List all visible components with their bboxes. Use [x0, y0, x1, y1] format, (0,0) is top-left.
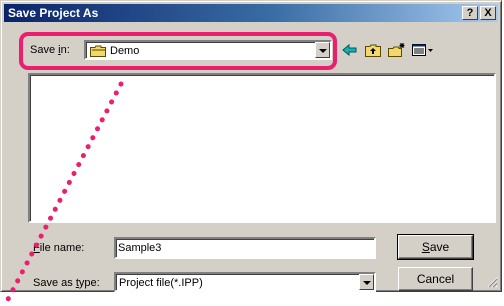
file-name-label: File name: [33, 242, 85, 254]
help-button[interactable]: ? [462, 6, 478, 20]
save-as-type-dropdown[interactable]: Project file(*.IPP) [114, 272, 376, 292]
up-one-level-icon [365, 44, 381, 57]
save-in-highlight [19, 32, 337, 70]
window-title: Save Project As [8, 6, 99, 20]
file-name-field[interactable] [114, 237, 376, 259]
resize-grip-icon[interactable] [486, 276, 498, 288]
view-menu-button[interactable] [409, 40, 435, 60]
view-menu-icon [412, 44, 433, 56]
create-new-folder-button[interactable] [385, 40, 407, 60]
save-as-type-dropdown-arrow[interactable] [359, 274, 374, 290]
up-one-level-button[interactable] [362, 40, 384, 60]
close-button[interactable]: X [480, 6, 496, 20]
title-bar[interactable]: Save Project As [4, 4, 498, 22]
save-project-as-dialog: Save Project As ? X Save in: Demo File n… [0, 0, 502, 292]
save-as-type-label: Save as type: [33, 277, 100, 289]
file-list-pane[interactable] [28, 73, 496, 223]
file-name-input[interactable] [118, 241, 372, 255]
cancel-button[interactable]: Cancel [398, 267, 473, 291]
save-as-type-value: Project file(*.IPP) [119, 277, 203, 289]
create-new-folder-icon [388, 43, 405, 57]
save-button[interactable]: Save [397, 234, 474, 260]
back-button[interactable] [339, 40, 361, 60]
back-icon [342, 43, 357, 57]
